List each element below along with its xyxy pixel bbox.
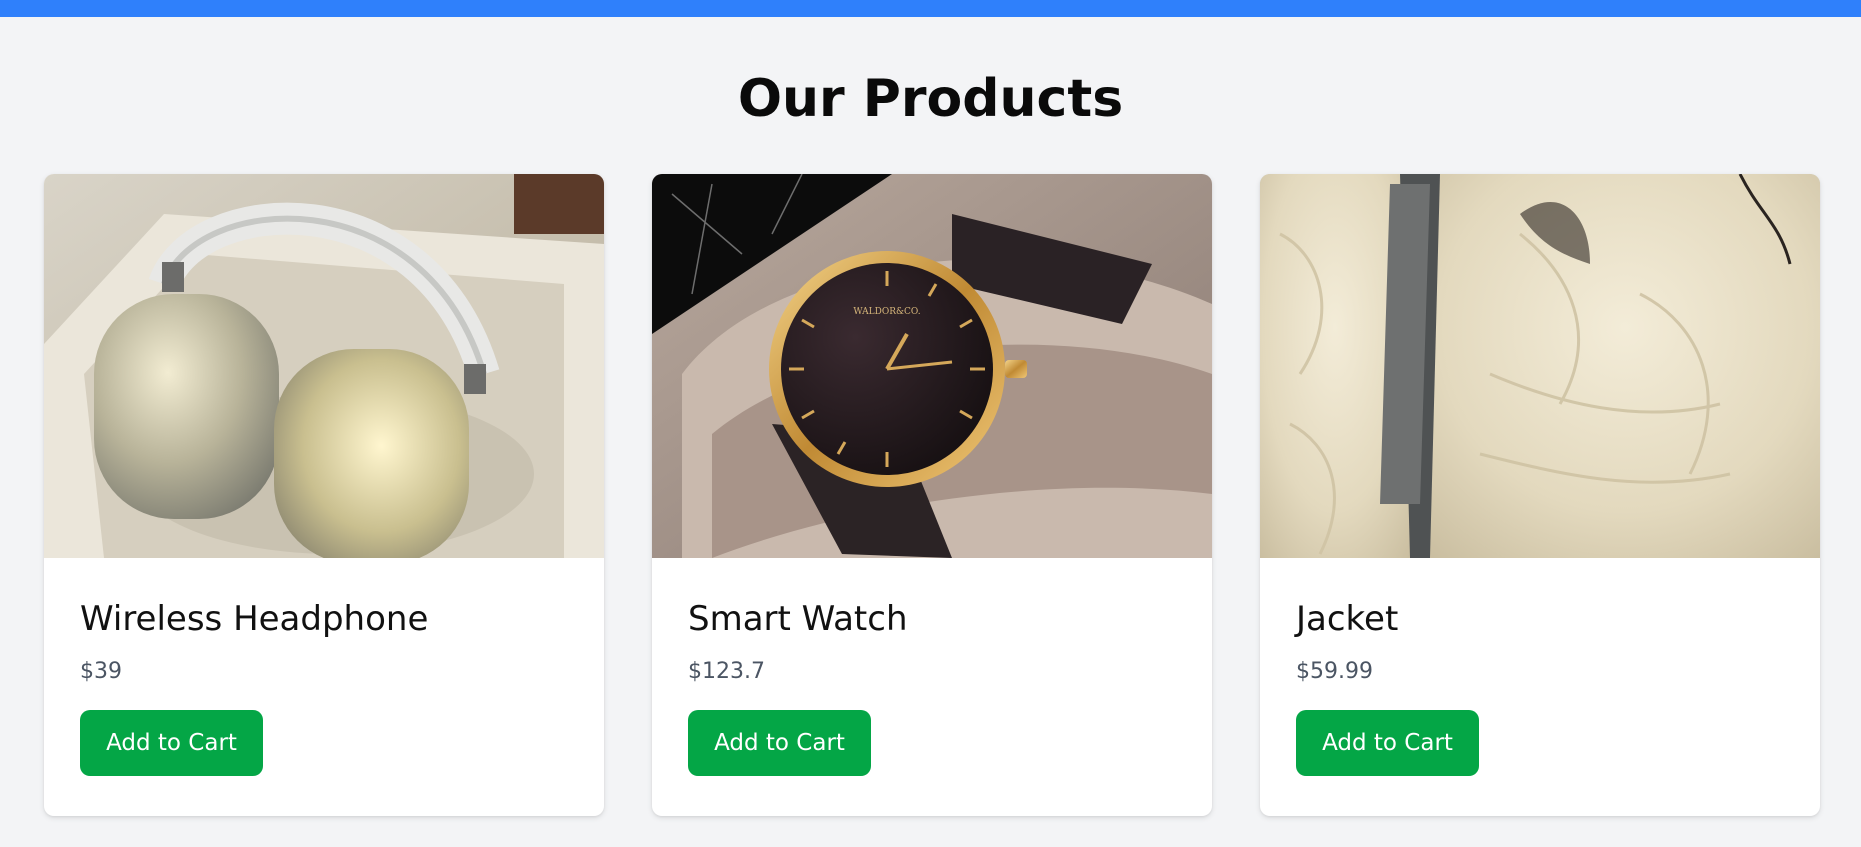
smart-watch-image[interactable]: WALDOR&CO. [652,174,1212,558]
add-to-cart-button[interactable]: Add to Cart [80,710,263,776]
top-accent-bar [0,0,1861,17]
headphone-photo [44,174,604,558]
product-grid: Wireless Headphone $39 Add to Cart WALDO… [44,174,1820,816]
page-title: Our Products [737,69,1124,129]
watch-photo: WALDOR&CO. [652,174,1212,558]
add-to-cart-button[interactable]: Add to Cart [688,710,871,776]
product-name: Jacket [1296,599,1399,639]
headphone-image[interactable] [44,174,604,558]
product-price: $39 [80,659,122,684]
add-to-cart-button[interactable]: Add to Cart [1296,710,1479,776]
product-price: $59.99 [1296,659,1373,684]
jacket-image[interactable] [1260,174,1820,558]
watch-brand-text: WALDOR&CO. [853,307,920,317]
product-card-headphone: Wireless Headphone $39 Add to Cart [44,174,604,816]
product-price: $123.7 [688,659,765,684]
product-name: Wireless Headphone [80,599,429,639]
product-card-smart-watch: WALDOR&CO. Smart Watch $123.7 Add to Car… [652,174,1212,816]
jacket-photo [1260,174,1820,558]
product-name: Smart Watch [688,599,908,639]
product-card-jacket: Jacket $59.99 Add to Cart [1260,174,1820,816]
